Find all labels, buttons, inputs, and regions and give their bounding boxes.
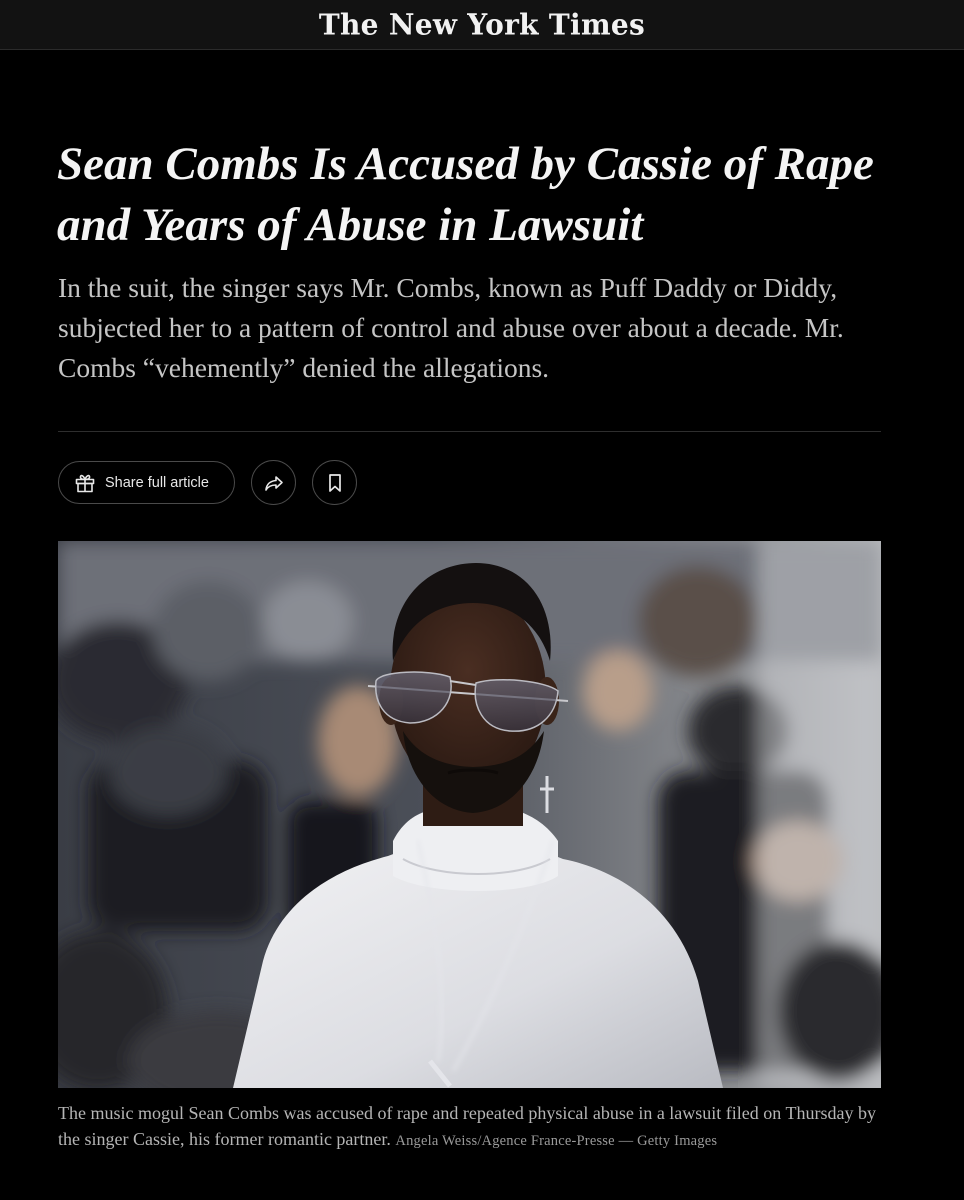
share-button[interactable] [251, 460, 296, 505]
share-toolbar: Share full article [58, 460, 357, 505]
share-arrow-icon [262, 471, 286, 495]
share-full-article-label: Share full article [105, 474, 209, 491]
photo-credit: Angela Weiss/Agence France-Presse — Gett… [395, 1133, 718, 1149]
article-headline: Sean Combs Is Accused by Cassie of Rape … [57, 138, 874, 251]
gift-icon [73, 471, 97, 495]
save-button[interactable] [312, 460, 357, 505]
article-summary: In the suit, the singer says Mr. Combs, … [58, 272, 844, 383]
photo-caption: The music mogul Sean Combs was accused o… [58, 1100, 878, 1154]
masthead: The New York Times [0, 0, 964, 50]
bookmark-icon [323, 471, 347, 495]
nyt-logo[interactable]: The New York Times [319, 7, 645, 42]
share-full-article-button[interactable]: Share full article [58, 461, 235, 504]
photo-illustration [58, 541, 881, 1088]
article-photo [58, 541, 881, 1088]
divider [58, 431, 881, 432]
